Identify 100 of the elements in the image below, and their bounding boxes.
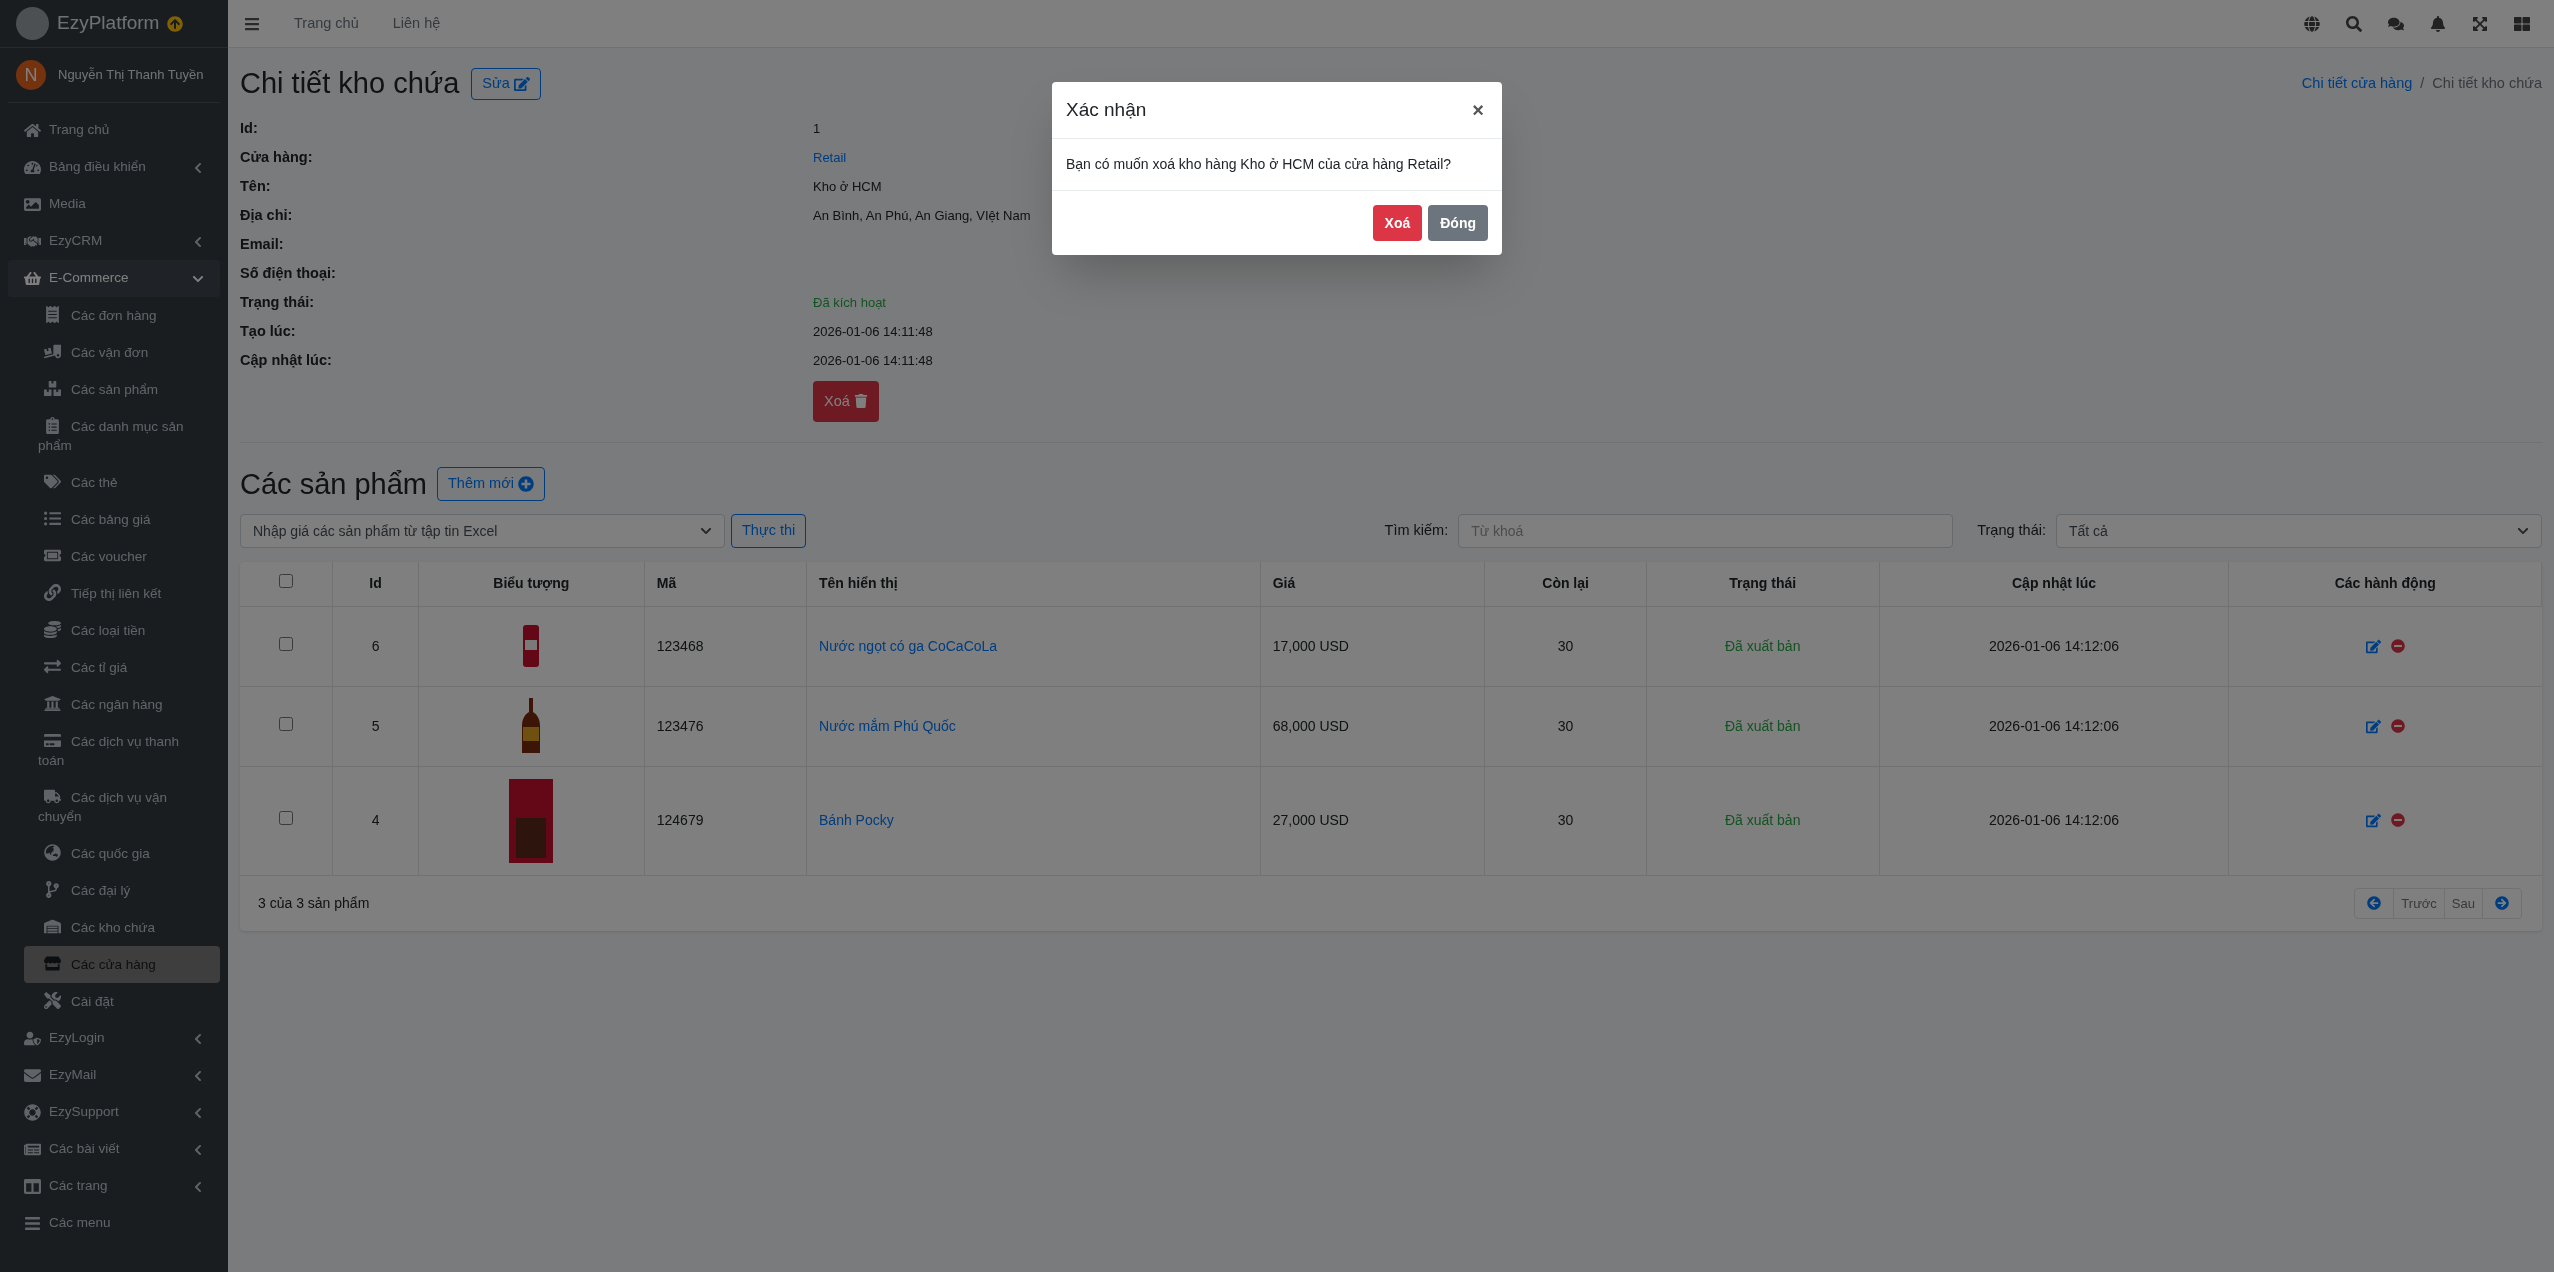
remove-icon[interactable]	[2390, 638, 2405, 653]
fullscreen-icon[interactable]	[2472, 15, 2488, 32]
add-button[interactable]: Thêm mới	[437, 467, 545, 502]
close-dialog-button[interactable]: Đóng	[1428, 205, 1488, 241]
sidebar-subitem[interactable]: Cài đặt	[24, 983, 220, 1020]
column-header: Trạng thái	[1646, 562, 1880, 606]
sidebar-subitem[interactable]: Các thẻ	[24, 464, 220, 501]
delete-button[interactable]: Xoá	[1372, 205, 1423, 241]
truck-icon	[44, 788, 61, 805]
column-header: Id	[332, 562, 419, 606]
sidebar-subitem[interactable]: Các vận đơn	[24, 334, 220, 371]
table-cell: 4	[371, 812, 380, 828]
sidebar-item[interactable]: EzyMail	[8, 1057, 220, 1094]
sidebar-subitem[interactable]: Tiếp thị liên kết	[24, 575, 220, 612]
table-cell: 124679	[656, 812, 704, 828]
run-button[interactable]: Thực thi	[731, 514, 807, 548]
breadcrumb-link[interactable]: Chi tiết cửa hàng	[2301, 72, 2413, 95]
tools-icon	[44, 992, 61, 1009]
row-checkbox[interactable]	[279, 716, 294, 731]
row-checkbox[interactable]	[279, 811, 294, 825]
bell-icon[interactable]	[2430, 15, 2446, 32]
sidebar-subitem[interactable]: Các bảng giá	[24, 501, 220, 538]
sidebar-subitem[interactable]: Các đơn hàng	[24, 297, 220, 334]
breadcrumb-current: Chi tiết kho chứa	[2432, 73, 2542, 93]
logo-icon	[16, 7, 49, 40]
sidebar-subitem[interactable]: Các ngân hàng	[24, 686, 220, 723]
table-cell: 6	[371, 637, 380, 654]
globe-icon[interactable]	[2304, 15, 2320, 32]
lifebuoy-icon	[24, 1104, 41, 1121]
sidebar-item[interactable]: EzyLogin	[8, 1020, 220, 1057]
remove-icon[interactable]	[2390, 718, 2405, 733]
menu-icon[interactable]	[244, 15, 260, 32]
sidebar-item[interactable]: Các trang	[8, 1168, 220, 1205]
sidebar-subitem[interactable]: Các kho chứa	[24, 909, 220, 946]
dialog-message: Bạn có muốn xoá kho hàng Kho ở HCM của cửa hàng Retail?	[1066, 155, 1453, 174]
row-checkbox[interactable]	[279, 636, 294, 651]
newspaper-icon	[24, 1141, 41, 1158]
sidebar-subitem[interactable]: Các loại tiền	[24, 612, 220, 649]
sidebar-item[interactable]: EzyCRM	[8, 223, 220, 260]
sidebar-item[interactable]: Các menu	[8, 1205, 220, 1242]
edit-button[interactable]: Sửa	[471, 67, 541, 100]
sidebar-subitem[interactable]: Các dịch vụ thanh toán	[24, 723, 220, 779]
sidebar-subitem[interactable]: Các dịch vụ vận chuyển	[24, 779, 220, 835]
breadcrumb-separator: /	[2420, 73, 2425, 93]
sidebar-item[interactable]: EzySupport	[8, 1094, 220, 1131]
column-header: Biểu tượng	[418, 562, 645, 606]
edit-icon[interactable]	[2365, 718, 2381, 734]
table-cell: 2026-01-06 14:12:06	[1989, 812, 2119, 828]
search-icon[interactable]	[2346, 15, 2362, 32]
chevron-left-icon	[192, 235, 204, 248]
ticket-icon	[44, 547, 61, 564]
status-text: Đã xuất bản	[1724, 812, 1801, 828]
chat-icon[interactable]	[2388, 15, 2404, 32]
sidebar-subitem[interactable]: Các đại lý	[24, 872, 220, 909]
product-link[interactable]: Nước ngọt có ga CoCaCoLa	[819, 637, 998, 654]
sidebar-subitem[interactable]: Các quốc gia	[24, 835, 220, 872]
sidebar-subitem[interactable]: Các danh mục sản phẩm	[24, 408, 220, 464]
basket-icon	[24, 270, 41, 287]
bank-icon	[44, 695, 61, 712]
select-all-checkbox[interactable]	[279, 574, 294, 589]
chevron-left-icon	[192, 1069, 204, 1082]
nav-link[interactable]: Liên hệ	[392, 12, 441, 35]
column-header: Cập nhật lúc	[1879, 562, 2229, 606]
coins-icon	[44, 621, 61, 638]
page-title: Chi tiết kho chứa	[240, 66, 460, 101]
page-button[interactable]: Sau	[2444, 888, 2483, 918]
table-cell: 2026-01-06 14:12:06	[1989, 637, 2119, 654]
sidebar-item[interactable]: Trang chủ	[8, 112, 220, 149]
user-avatar: N	[16, 60, 46, 90]
product-link[interactable]: Nước mắm Phú Quốc	[819, 717, 956, 734]
edit-icon[interactable]	[2365, 638, 2381, 654]
sidebar-item[interactable]: Media	[8, 186, 220, 223]
sidebar-item[interactable]: Bảng điều khiển	[8, 149, 220, 186]
page-button[interactable]: Trước	[2394, 888, 2445, 918]
remove-icon[interactable]	[2390, 813, 2405, 827]
chevron-left-icon	[192, 1106, 204, 1119]
grid-icon[interactable]	[2514, 15, 2530, 32]
close-button[interactable]: ×	[1468, 95, 1488, 125]
edit-icon[interactable]	[2365, 813, 2381, 828]
status-select[interactable]: Tất cả	[2056, 514, 2542, 548]
import-select[interactable]: Nhập giá các sản phẩm từ tập tin Excel	[240, 514, 725, 548]
sidebar-subitem[interactable]: Các voucher	[24, 538, 220, 575]
detail-value: 2026-01-06 14:11:48	[813, 323, 933, 339]
search-label: Tìm kiếm:	[1384, 521, 1449, 541]
status-text: Đã kích hoạt	[813, 294, 886, 310]
sidebar-subitem[interactable]: Các sản phẩm	[24, 371, 220, 408]
detail-value: 2026-01-06 14:11:48	[813, 352, 933, 368]
status-text: Đã xuất bản	[1724, 717, 1801, 734]
truck-loading-icon	[44, 343, 61, 360]
user-shield-icon	[24, 1030, 41, 1047]
section-title: Các sản phẩm	[240, 466, 427, 502]
detail-value: 1	[813, 120, 821, 136]
product-link[interactable]: Bánh Pocky	[819, 812, 894, 828]
link-icon	[44, 584, 61, 601]
sidebar-item[interactable]: Các bài viết	[8, 1131, 220, 1168]
sidebar-item[interactable]: E-Commerce	[8, 260, 220, 297]
sidebar-subitem[interactable]: Các tỉ giá	[24, 649, 220, 686]
nav-link[interactable]: Trang chủ	[294, 12, 359, 35]
delete-button[interactable]: Xoá	[813, 380, 879, 422]
detail-link[interactable]: Retail	[813, 149, 847, 165]
